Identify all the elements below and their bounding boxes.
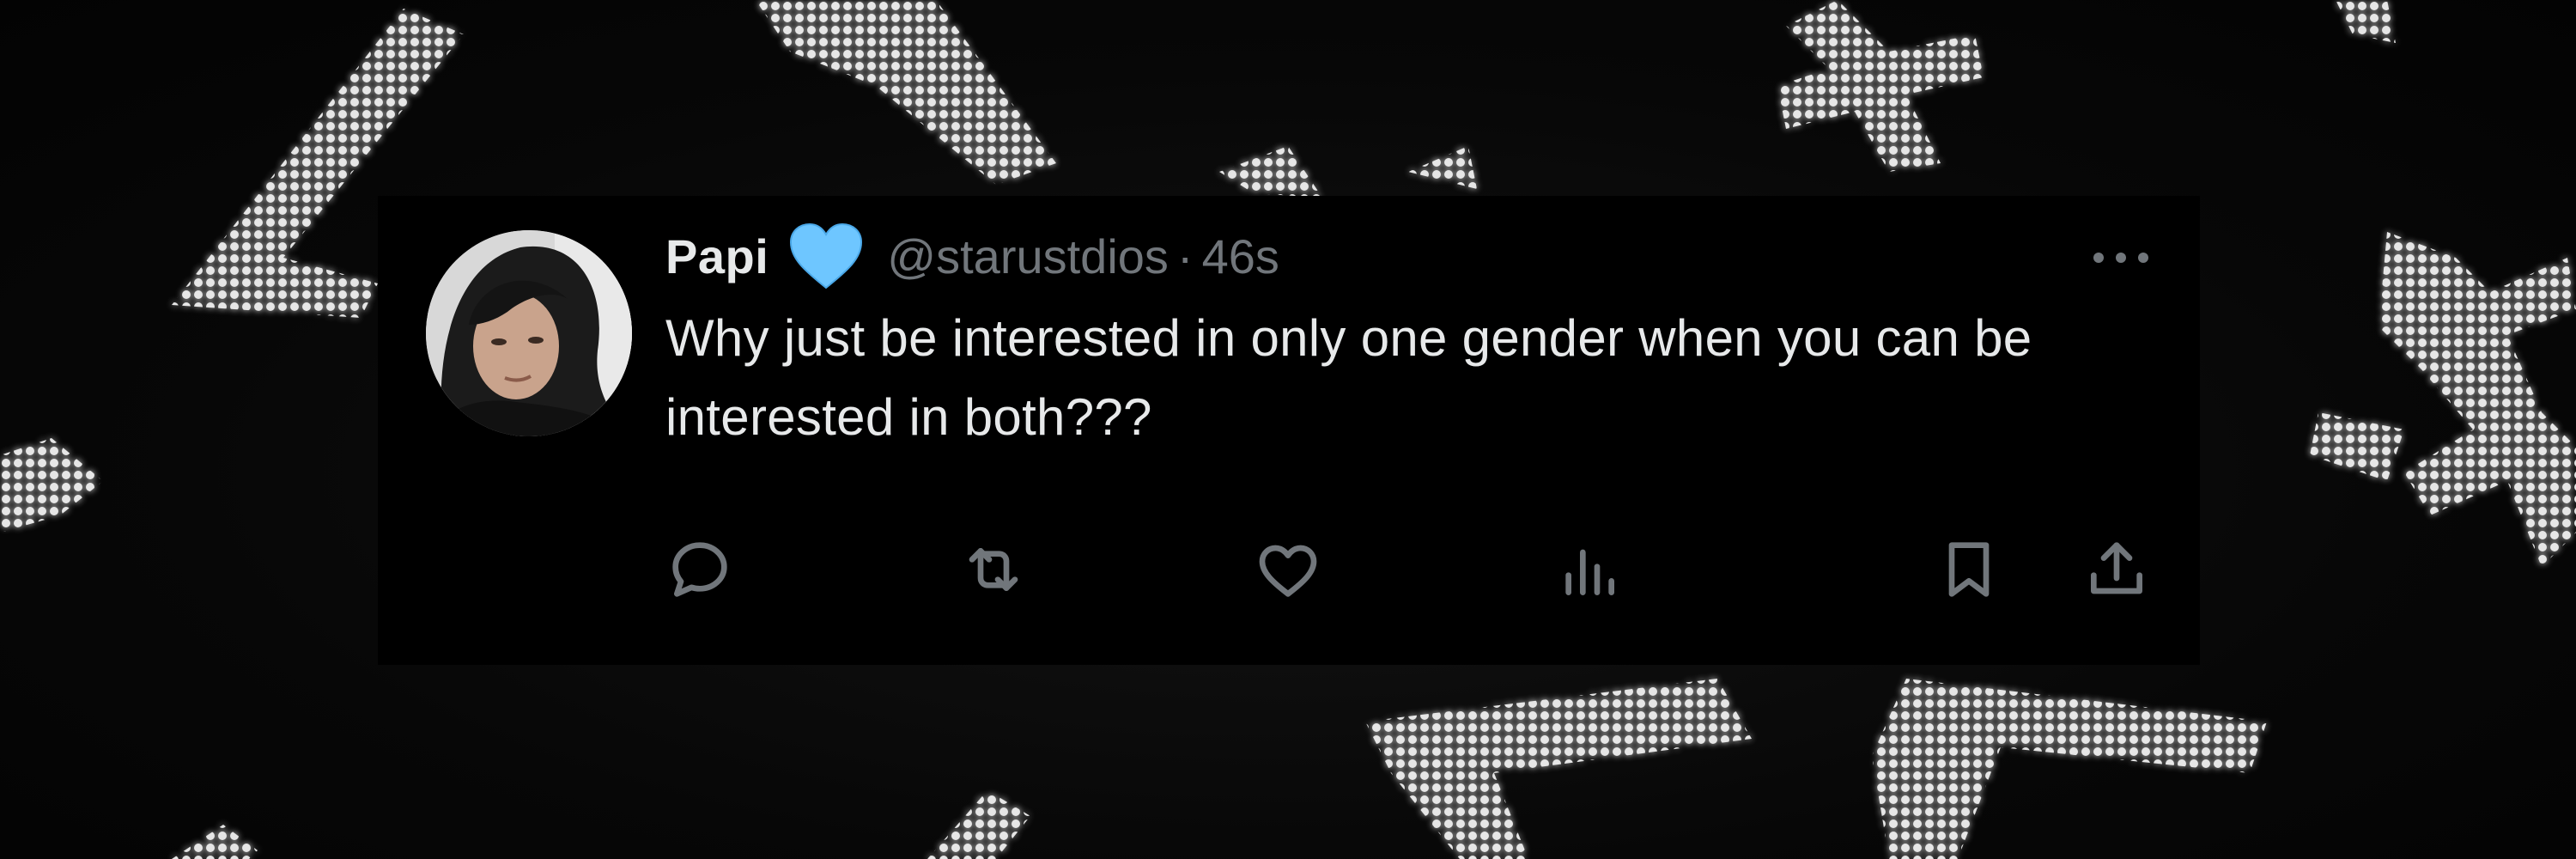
reply-button[interactable] bbox=[665, 535, 734, 604]
avatar-photo bbox=[426, 230, 632, 436]
views-button[interactable] bbox=[1554, 535, 1623, 604]
share-button[interactable] bbox=[2082, 535, 2151, 604]
blue-heart-emoji-icon bbox=[787, 221, 865, 291]
more-horizontal-icon bbox=[2093, 253, 2148, 263]
tweet-header: Papi @starustdios · 46s bbox=[665, 222, 1279, 290]
reply-icon bbox=[672, 542, 727, 597]
retweet-button[interactable] bbox=[959, 535, 1028, 604]
retweet-icon bbox=[969, 548, 1018, 591]
heart-icon bbox=[1259, 545, 1317, 597]
bookmark-button[interactable] bbox=[1935, 535, 2003, 604]
more-options-button[interactable] bbox=[2087, 249, 2155, 266]
timestamp[interactable]: 46s bbox=[1202, 228, 1279, 284]
user-handle[interactable]: @starustdios bbox=[887, 228, 1169, 284]
views-chart-icon bbox=[1565, 549, 1614, 595]
bookmark-icon bbox=[1948, 542, 1990, 597]
share-icon bbox=[2091, 542, 2142, 594]
tweet-card[interactable]: Papi @starustdios · 46s Why just be inte… bbox=[378, 196, 2200, 665]
tweet-actions bbox=[665, 527, 2168, 612]
avatar[interactable] bbox=[426, 230, 632, 436]
tweet-text: Why just be interested in only one gende… bbox=[665, 309, 2032, 446]
display-name[interactable]: Papi bbox=[665, 228, 769, 284]
separator-dot: · bbox=[1176, 228, 1194, 283]
like-button[interactable] bbox=[1254, 535, 1322, 604]
